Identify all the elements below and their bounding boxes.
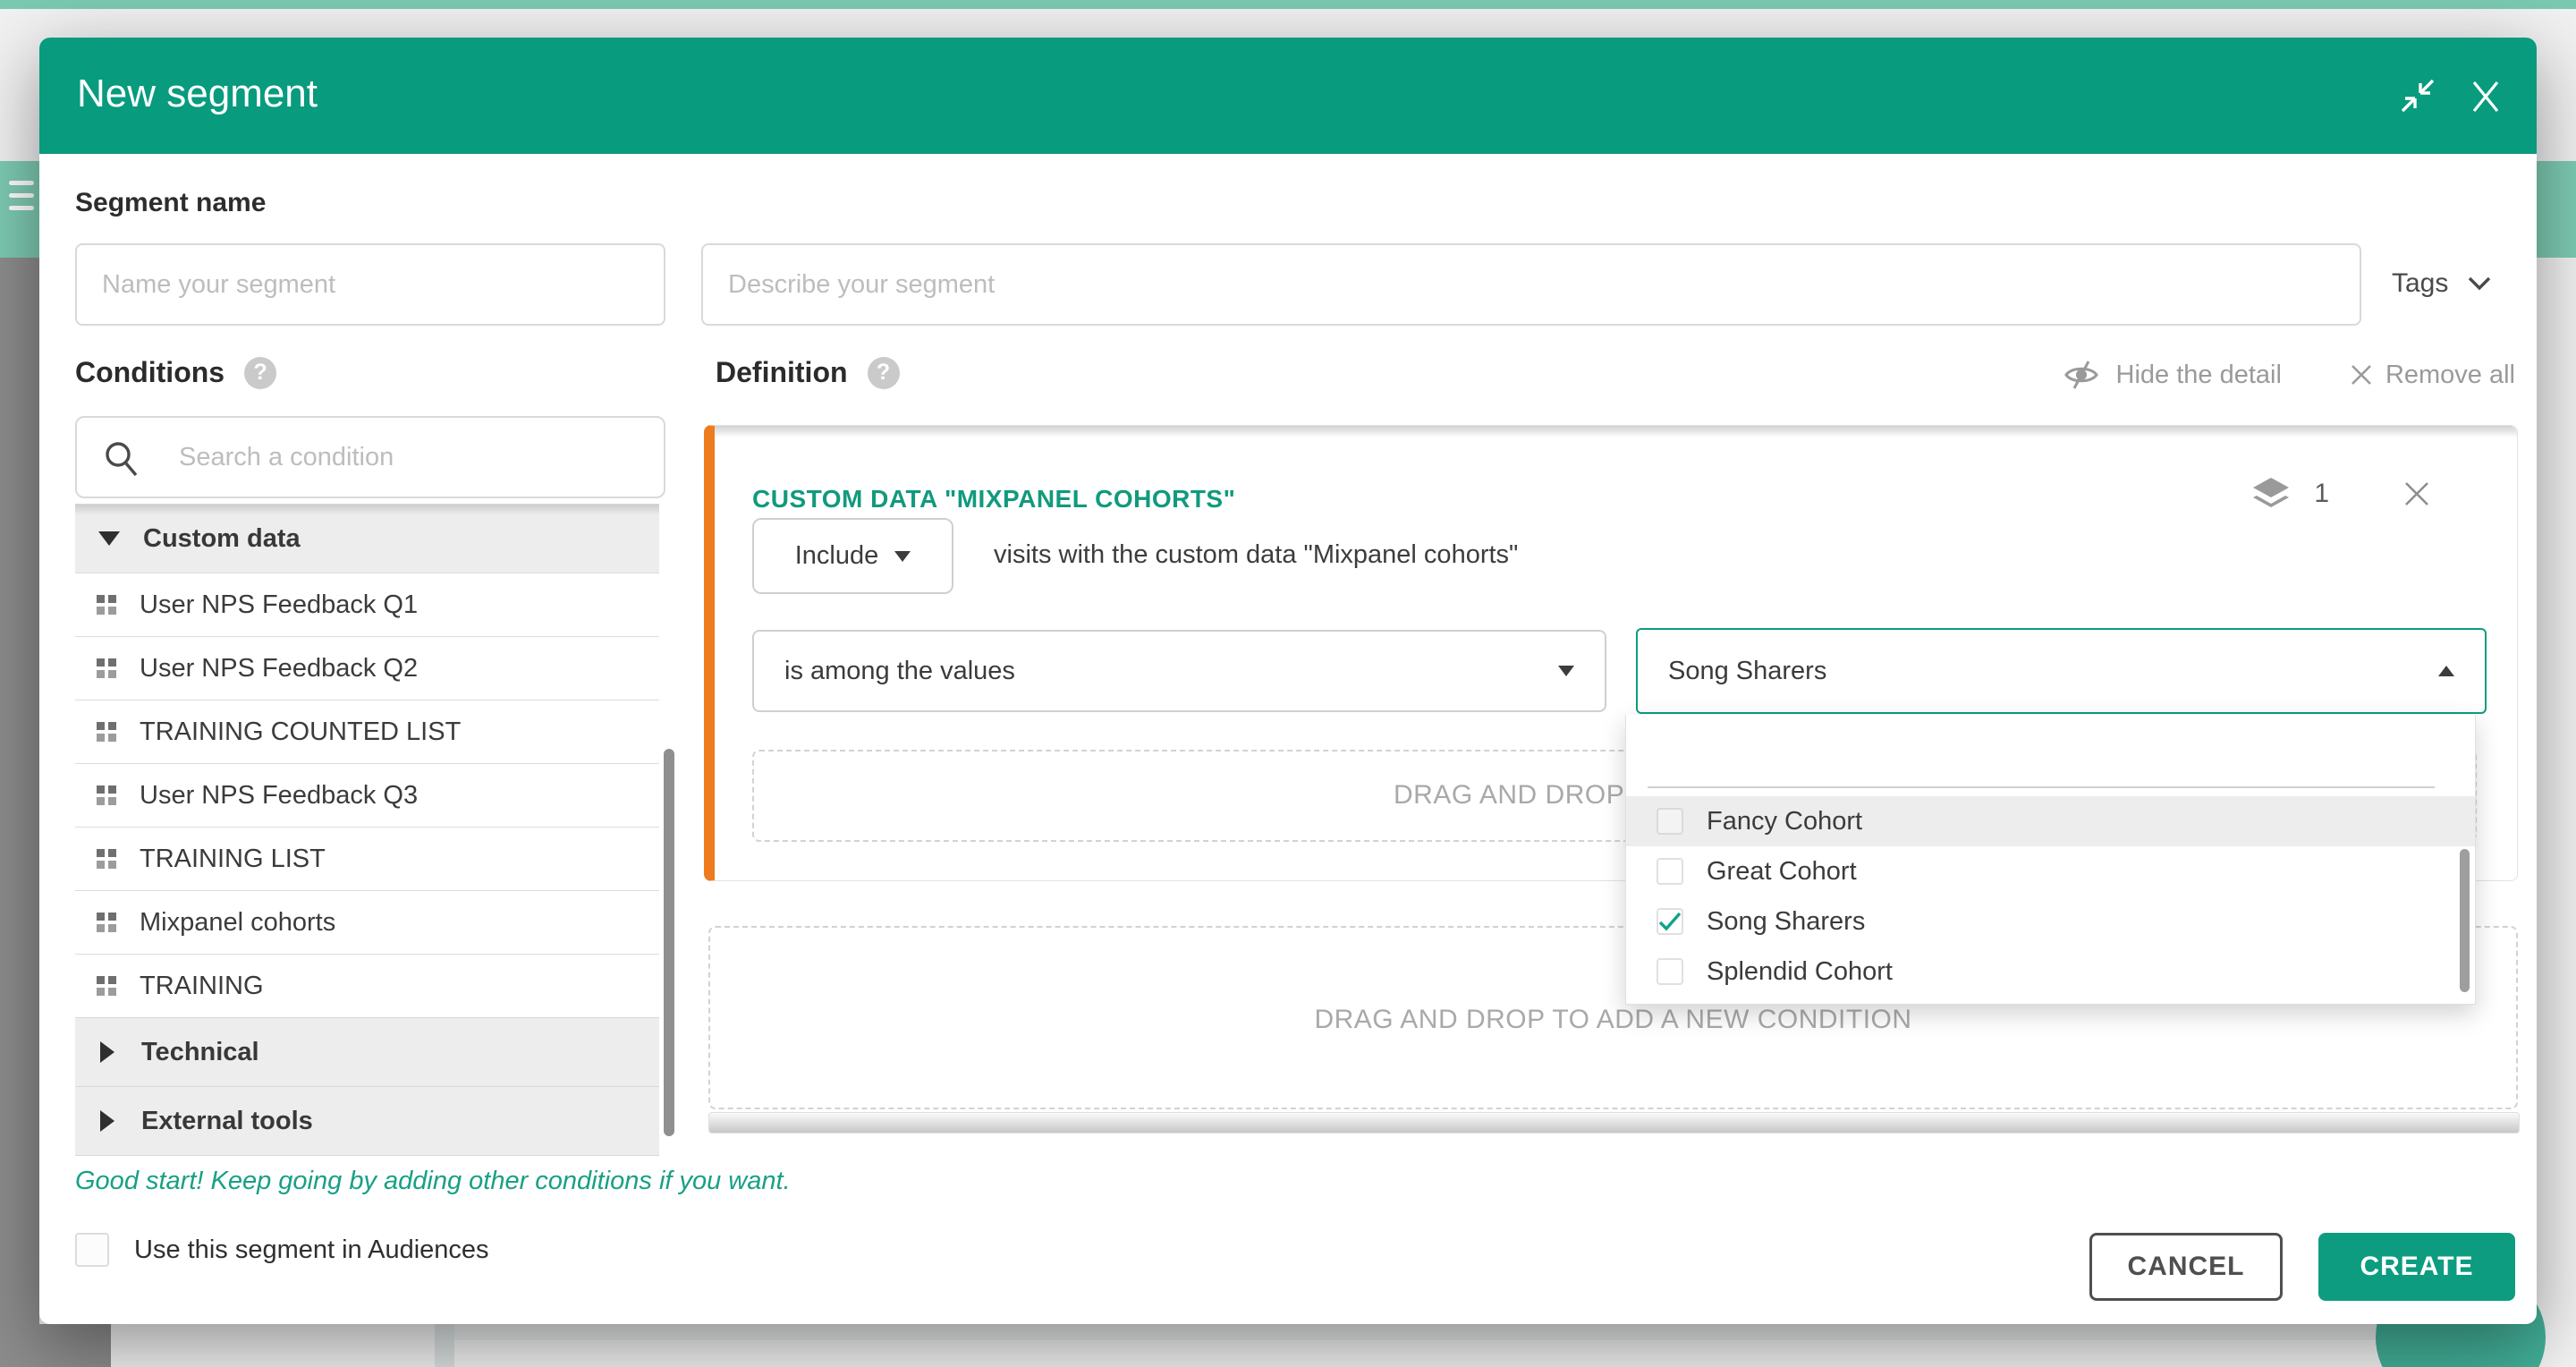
eye-slash-icon bbox=[2061, 360, 2102, 390]
checkbox-unchecked[interactable] bbox=[1657, 858, 1683, 885]
audiences-label: Use this segment in Audiences bbox=[134, 1235, 489, 1265]
condition-item-label: TRAINING COUNTED LIST bbox=[140, 717, 461, 747]
page-top-teal-strip bbox=[0, 0, 2576, 9]
condition-search-input[interactable] bbox=[154, 421, 637, 493]
condition-item[interactable]: TRAINING bbox=[75, 954, 659, 1017]
group-label: External tools bbox=[141, 1107, 313, 1136]
modal-title: New segment bbox=[77, 72, 318, 116]
condition-item[interactable]: Mixpanel cohorts bbox=[75, 890, 659, 954]
conditions-help-icon[interactable]: ? bbox=[244, 357, 276, 389]
option-label: Fancy Cohort bbox=[1707, 807, 1862, 836]
option-label: Great Cohort bbox=[1707, 857, 1857, 887]
condition-item-label: Mixpanel cohorts bbox=[140, 908, 335, 938]
tags-dropdown[interactable]: Tags bbox=[2392, 268, 2491, 299]
close-icon[interactable] bbox=[2467, 77, 2504, 115]
definition-horizontal-scrollbar[interactable] bbox=[708, 1112, 2520, 1134]
triangle-down-icon bbox=[894, 551, 911, 562]
conditions-scrollbar[interactable] bbox=[664, 749, 674, 1136]
dropdown-scrollbar[interactable] bbox=[2460, 849, 2470, 992]
conditions-heading: Conditions bbox=[75, 356, 225, 389]
create-button[interactable]: CREATE bbox=[2318, 1233, 2515, 1301]
layers-icon bbox=[2251, 476, 2291, 512]
drag-handle-icon[interactable] bbox=[97, 595, 116, 615]
footer-hint: Good start! Keep going by adding other c… bbox=[75, 1167, 791, 1196]
segment-description-input[interactable] bbox=[701, 243, 2361, 326]
conditions-list: Custom data User NPS Feedback Q1 User NP… bbox=[75, 504, 659, 1156]
value-select[interactable]: Song Sharers bbox=[1636, 628, 2487, 714]
cancel-button[interactable]: CANCEL bbox=[2089, 1233, 2283, 1301]
group-custom-data[interactable]: Custom data bbox=[75, 505, 659, 573]
condition-item-label: TRAINING bbox=[140, 972, 264, 1001]
condition-item[interactable]: TRAINING COUNTED LIST bbox=[75, 700, 659, 763]
new-segment-modal: New segment Segment name Tags bbox=[39, 38, 2537, 1324]
condition-item-label: User NPS Feedback Q2 bbox=[140, 654, 418, 684]
include-sentence: visits with the custom data "Mixpanel co… bbox=[994, 540, 1518, 570]
group-technical[interactable]: Technical bbox=[75, 1017, 659, 1086]
drag-handle-icon[interactable] bbox=[97, 913, 116, 932]
condition-item-label: TRAINING LIST bbox=[140, 845, 326, 874]
drag-handle-icon[interactable] bbox=[97, 722, 116, 742]
condition-item[interactable]: TRAINING LIST bbox=[75, 827, 659, 890]
option-fancy-cohort[interactable]: Fancy Cohort bbox=[1626, 796, 2475, 846]
definition-help-icon[interactable]: ? bbox=[868, 357, 900, 389]
include-dropdown-button[interactable]: Include bbox=[752, 518, 953, 594]
condition-item-label: User NPS Feedback Q3 bbox=[140, 781, 418, 811]
checkbox-unchecked[interactable] bbox=[1657, 808, 1683, 835]
option-song-sharers[interactable]: Song Sharers bbox=[1626, 896, 2475, 947]
caret-down-icon bbox=[98, 531, 120, 546]
checkbox-unchecked[interactable] bbox=[1657, 958, 1683, 985]
operator-select[interactable]: is among the values bbox=[752, 630, 1606, 712]
audiences-checkbox[interactable] bbox=[75, 1233, 109, 1267]
modal-header: New segment bbox=[39, 38, 2537, 154]
page-background-panel-edge bbox=[454, 1324, 2537, 1340]
page-left-sidebar bbox=[0, 258, 39, 1367]
remove-all-x-icon bbox=[2350, 363, 2373, 386]
page-left-sidebar-bottom bbox=[0, 1324, 111, 1367]
condition-item-label: User NPS Feedback Q1 bbox=[140, 590, 418, 620]
option-splendid-cohort[interactable]: Splendid Cohort bbox=[1626, 947, 2475, 997]
collapse-icon[interactable] bbox=[2399, 77, 2436, 115]
checkbox-checked[interactable] bbox=[1657, 908, 1683, 935]
triangle-down-icon bbox=[1558, 666, 1574, 676]
option-great-cohort[interactable]: Great Cohort bbox=[1626, 846, 2475, 896]
condition-card-title: CUSTOM DATA "MIXPANEL COHORTS" bbox=[752, 485, 1235, 514]
group-external-tools[interactable]: External tools bbox=[75, 1086, 659, 1155]
definition-heading: Definition bbox=[716, 356, 848, 389]
chevron-down-icon bbox=[2468, 276, 2491, 291]
option-label: Song Sharers bbox=[1707, 907, 1865, 937]
page-background-divider bbox=[435, 1324, 454, 1367]
include-label: Include bbox=[795, 541, 879, 571]
value-search-input[interactable] bbox=[1648, 726, 2465, 783]
segment-name-label: Segment name bbox=[75, 188, 266, 218]
condition-close-icon[interactable] bbox=[2402, 480, 2431, 508]
value-select-text: Song Sharers bbox=[1668, 657, 1826, 686]
condition-item[interactable]: User NPS Feedback Q2 bbox=[75, 636, 659, 700]
drag-handle-icon[interactable] bbox=[97, 658, 116, 678]
caret-right-icon bbox=[100, 1110, 114, 1132]
add-condition-drop-zone-text: DRAG AND DROP TO ADD A NEW CONDITION bbox=[710, 1005, 2516, 1035]
condition-item[interactable]: User NPS Feedback Q1 bbox=[75, 573, 659, 636]
condition-item[interactable]: User NPS Feedback Q3 bbox=[75, 763, 659, 827]
caret-right-icon bbox=[100, 1041, 114, 1063]
hamburger-menu-icon[interactable] bbox=[9, 181, 34, 220]
hide-detail-label: Hide the detail bbox=[2116, 361, 2282, 390]
drag-handle-icon[interactable] bbox=[97, 849, 116, 869]
triangle-up-icon bbox=[2438, 666, 2454, 676]
option-label: Splendid Cohort bbox=[1707, 957, 1893, 987]
group-label: Custom data bbox=[143, 524, 301, 554]
remove-all-label: Remove all bbox=[2385, 361, 2515, 390]
search-icon bbox=[102, 439, 141, 479]
drag-handle-icon[interactable] bbox=[97, 976, 116, 996]
group-label: Technical bbox=[141, 1038, 259, 1067]
operator-value: is among the values bbox=[784, 657, 1015, 686]
segment-name-input[interactable] bbox=[75, 243, 665, 326]
hide-detail-button[interactable]: Hide the detail bbox=[2061, 360, 2282, 390]
remove-all-button[interactable]: Remove all bbox=[2350, 361, 2515, 390]
drag-handle-icon[interactable] bbox=[97, 785, 116, 805]
value-dropdown-panel: Fancy Cohort Great Cohort Song Sharers S… bbox=[1625, 715, 2476, 1005]
screen: New segment Segment name Tags bbox=[0, 0, 2576, 1367]
layers-count: 1 bbox=[2314, 479, 2329, 509]
tags-label: Tags bbox=[2392, 268, 2448, 299]
